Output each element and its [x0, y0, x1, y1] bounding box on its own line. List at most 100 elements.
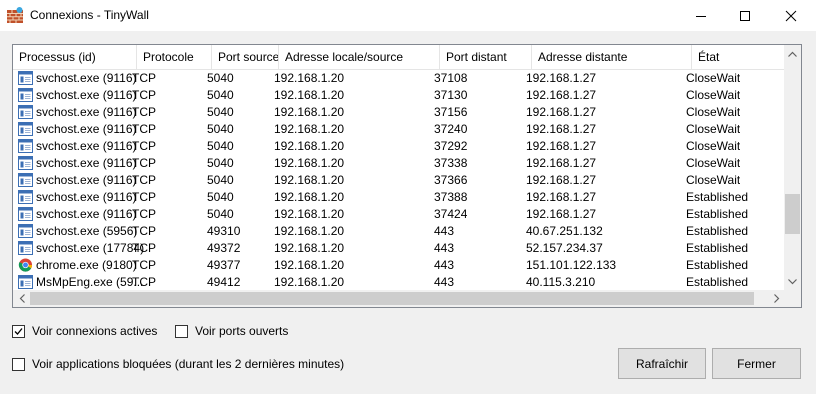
minimize-icon [696, 15, 706, 17]
cell-source-port: 5040 [207, 173, 234, 187]
cell-state: CloseWait [686, 139, 741, 153]
cell-process: svchost.exe (17784) [36, 241, 145, 255]
cell-local-address: 192.168.1.20 [274, 224, 345, 238]
table-row[interactable]: svchost.exe (9116) TCP 5040 192.168.1.20 372… [13, 121, 785, 138]
maximize-button[interactable] [722, 0, 768, 31]
table-row[interactable]: svchost.exe (17784) TCP 49372 192.168.1.20 4… [13, 240, 785, 257]
column-header-remote-address[interactable]: Adresse distante [532, 45, 692, 69]
cell-protocol: TCP [132, 156, 156, 170]
table-row[interactable]: svchost.exe (9116) TCP 5040 192.168.1.20 371… [13, 104, 785, 121]
checkbox-box[interactable] [12, 357, 25, 371]
cell-source-port: 5040 [207, 190, 234, 204]
title-bar: Connexions - TinyWall [0, 0, 816, 31]
vertical-scroll-thumb[interactable] [785, 194, 800, 234]
cell-remote-address: 52.157.234.37 [526, 241, 603, 255]
connections-table[interactable]: Processus (id) Protocole Port source Adr… [12, 44, 802, 308]
show-blocked-apps-checkbox[interactable]: Voir applications bloquées (durant les 2… [12, 357, 344, 371]
show-blocked-apps-label: Voir applications bloquées (durant les 2… [32, 357, 345, 371]
cell-state: CloseWait [686, 122, 741, 136]
column-header-remote-port[interactable]: Port distant [440, 45, 532, 69]
column-header-process[interactable]: Processus (id) [13, 45, 137, 69]
cell-remote-port: 37366 [434, 173, 468, 187]
chrome-icon [18, 258, 33, 272]
cell-remote-address: 192.168.1.27 [526, 156, 597, 170]
show-open-ports-label: Voir ports ouverts [195, 324, 289, 338]
cell-source-port: 5040 [207, 156, 234, 170]
cell-state: CloseWait [686, 105, 741, 119]
svchost-icon [18, 105, 33, 119]
cell-remote-port: 443 [434, 275, 455, 289]
cell-remote-port: 443 [434, 224, 455, 238]
close-window-button[interactable] [768, 0, 814, 31]
cell-source-port: 5040 [207, 122, 234, 136]
column-header-local-address[interactable]: Adresse locale/source [279, 45, 440, 69]
cell-local-address: 192.168.1.20 [274, 207, 345, 221]
svchost-icon [18, 173, 33, 187]
table-header: Processus (id) Protocole Port source Adr… [13, 45, 785, 70]
cell-remote-address: 192.168.1.27 [526, 122, 597, 136]
cell-local-address: 192.168.1.20 [274, 122, 345, 136]
scroll-up-arrow[interactable] [784, 45, 801, 62]
firewall-brick-icon [7, 7, 23, 23]
cell-protocol: TCP [132, 190, 156, 204]
cell-state: Established [686, 241, 749, 255]
cell-process: svchost.exe (9116) [36, 122, 137, 136]
chevron-right-icon [773, 294, 779, 303]
cell-remote-port: 443 [434, 258, 455, 272]
cell-local-address: 192.168.1.20 [274, 139, 345, 153]
cell-process: svchost.exe (9116) [36, 173, 137, 187]
cell-protocol: TCP [132, 241, 156, 255]
close-button[interactable]: Fermer [712, 348, 801, 379]
checkbox-box[interactable] [175, 324, 188, 338]
refresh-button[interactable]: Rafraîchir [618, 348, 706, 379]
cell-local-address: 192.168.1.20 [274, 241, 345, 255]
table-row[interactable]: svchost.exe (9116) TCP 5040 192.168.1.20 373… [13, 155, 785, 172]
column-header-source-port[interactable]: Port source [212, 45, 279, 69]
table-row[interactable]: svchost.exe (9116) TCP 5040 192.168.1.20 371… [13, 87, 785, 104]
cell-state: CloseWait [686, 173, 741, 187]
cell-remote-address: 192.168.1.27 [526, 88, 597, 102]
svchost-icon [18, 224, 33, 238]
cell-state: Established [686, 258, 749, 272]
cell-remote-port: 37388 [434, 190, 468, 204]
cell-source-port: 5040 [207, 207, 234, 221]
show-open-ports-checkbox[interactable]: Voir ports ouverts [175, 324, 288, 338]
scroll-left-arrow[interactable] [13, 290, 30, 307]
column-header-state[interactable]: État [692, 45, 785, 69]
table-row[interactable]: chrome.exe (9180) TCP 49377 192.168.1.20 443… [13, 257, 785, 274]
svchost-icon [18, 156, 33, 170]
table-row[interactable]: svchost.exe (9116) TCP 5040 192.168.1.20 373… [13, 172, 785, 189]
cell-remote-port: 443 [434, 241, 455, 255]
cell-process: svchost.exe (9116) [36, 88, 137, 102]
cell-state: CloseWait [686, 156, 741, 170]
table-row[interactable]: svchost.exe (9116) TCP 5040 192.168.1.20 371… [13, 70, 785, 87]
table-row[interactable]: svchost.exe (9116) TCP 5040 192.168.1.20 372… [13, 138, 785, 155]
close-button-label: Fermer [737, 356, 776, 371]
minimize-button[interactable] [678, 0, 724, 31]
horizontal-scrollbar[interactable] [13, 290, 785, 307]
cell-state: CloseWait [686, 71, 741, 85]
table-row[interactable]: svchost.exe (9116) TCP 5040 192.168.1.20 373… [13, 189, 785, 206]
table-row[interactable]: svchost.exe (9116) TCP 5040 192.168.1.20 374… [13, 206, 785, 223]
horizontal-scroll-thumb[interactable] [30, 292, 754, 305]
table-row[interactable]: MsMpEng.exe (59... TCP 49412 192.168.1.20 44… [13, 274, 785, 291]
show-active-connections-checkbox[interactable]: Voir connexions actives [12, 324, 157, 338]
scroll-right-arrow[interactable] [768, 290, 785, 307]
vertical-scrollbar[interactable] [784, 45, 801, 290]
close-icon [785, 10, 797, 21]
cell-source-port: 5040 [207, 71, 234, 85]
checkbox-box[interactable] [12, 324, 25, 338]
cell-protocol: TCP [132, 224, 156, 238]
cell-remote-port: 37156 [434, 105, 468, 119]
cell-local-address: 192.168.1.20 [274, 105, 345, 119]
cell-protocol: TCP [132, 71, 156, 85]
cell-protocol: TCP [132, 173, 156, 187]
cell-local-address: 192.168.1.20 [274, 258, 345, 272]
column-header-protocol[interactable]: Protocole [137, 45, 212, 69]
cell-protocol: TCP [132, 122, 156, 136]
scroll-down-arrow[interactable] [784, 273, 801, 290]
cell-local-address: 192.168.1.20 [274, 88, 345, 102]
table-row[interactable]: svchost.exe (5956) TCP 49310 192.168.1.20 44… [13, 223, 785, 240]
cell-state: Established [686, 207, 749, 221]
cell-state: Established [686, 275, 749, 289]
